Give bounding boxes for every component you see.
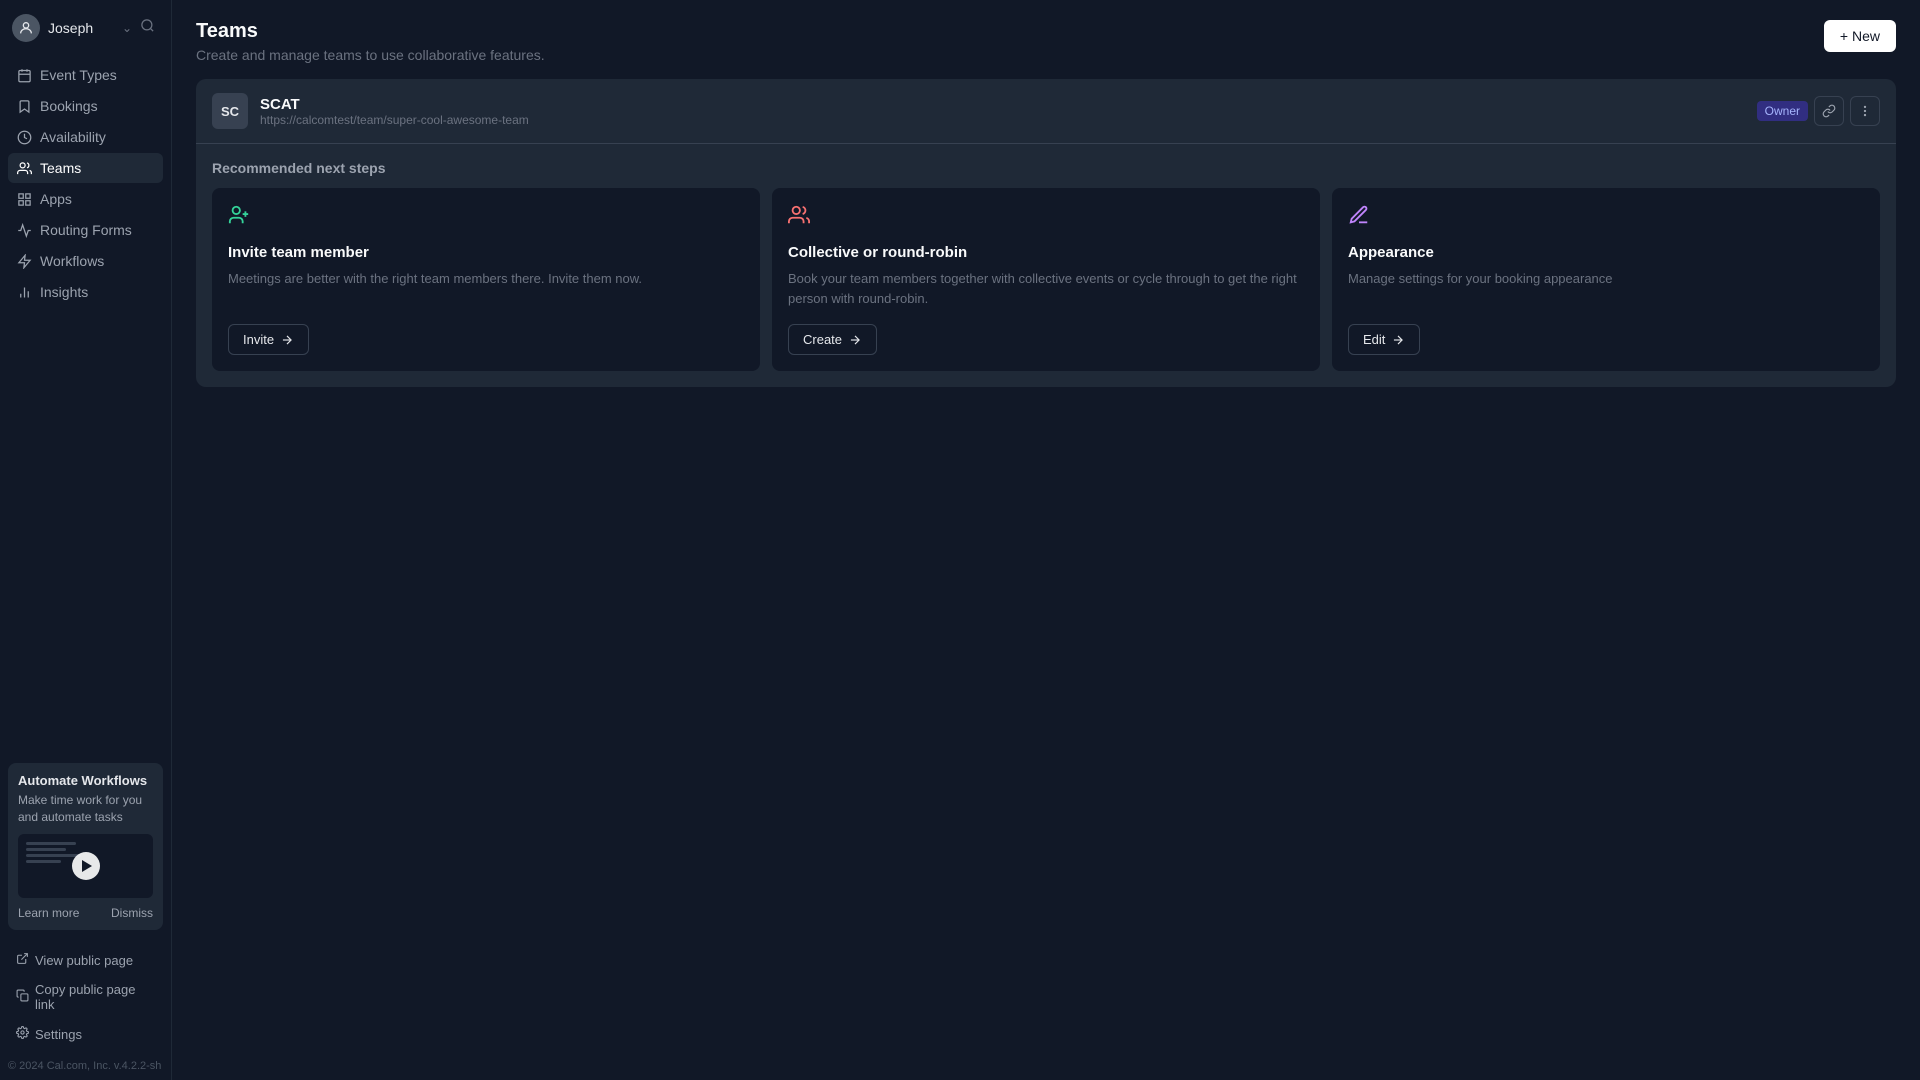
grid-icon bbox=[16, 191, 32, 207]
search-button[interactable] bbox=[136, 16, 159, 40]
content-area: SC SCAT https://calcomtest/team/super-co… bbox=[172, 79, 1920, 411]
appearance-title: Appearance bbox=[1348, 244, 1864, 261]
bookings-icon bbox=[16, 98, 32, 114]
recommended-section: Recommended next steps Invite team membe… bbox=[196, 144, 1896, 387]
owner-badge: Owner bbox=[1757, 101, 1808, 121]
invite-icon bbox=[228, 204, 744, 232]
learn-more-link[interactable]: Learn more bbox=[18, 906, 79, 920]
sidebar-item-label: Insights bbox=[40, 284, 88, 300]
main-content: Teams Create and manage teams to use col… bbox=[172, 0, 1920, 1080]
settings-label: Settings bbox=[35, 1027, 82, 1042]
collective-desc: Book your team members together with col… bbox=[788, 269, 1304, 308]
invite-button[interactable]: Invite bbox=[228, 324, 309, 355]
steps-grid: Invite team member Meetings are better w… bbox=[212, 188, 1880, 371]
automate-card-footer: Learn more Dismiss bbox=[18, 906, 153, 920]
appearance-desc: Manage settings for your booking appeara… bbox=[1348, 269, 1864, 308]
username: Joseph bbox=[48, 20, 114, 36]
edit-button[interactable]: Edit bbox=[1348, 324, 1420, 355]
settings-icon bbox=[16, 1026, 29, 1042]
copy-public-page-link[interactable]: Copy public page link bbox=[8, 976, 163, 1018]
sidebar-item-label: Event Types bbox=[40, 67, 117, 83]
sidebar-item-availability[interactable]: Availability bbox=[8, 122, 163, 152]
settings-link[interactable]: Settings bbox=[8, 1020, 163, 1048]
clock-icon bbox=[16, 129, 32, 145]
recommended-title: Recommended next steps bbox=[212, 160, 1880, 176]
step-invite: Invite team member Meetings are better w… bbox=[212, 188, 760, 371]
create-button[interactable]: Create bbox=[788, 324, 877, 355]
team-link-button[interactable] bbox=[1814, 96, 1844, 126]
automate-card-title: Automate Workflows bbox=[18, 773, 153, 788]
external-link-icon bbox=[16, 952, 29, 968]
version-text: © 2024 Cal.com, Inc. v.4.2.2-sh bbox=[0, 1056, 171, 1080]
sidebar-item-label: Teams bbox=[40, 160, 81, 176]
sidebar-item-routing-forms[interactable]: Routing Forms bbox=[8, 215, 163, 245]
team-url: https://calcomtest/team/super-cool-aweso… bbox=[260, 113, 1745, 127]
team-actions: Owner bbox=[1757, 96, 1880, 126]
team-avatar: SC bbox=[212, 93, 248, 129]
team-name: SCAT bbox=[260, 96, 1745, 113]
sidebar-item-insights[interactable]: Insights bbox=[8, 277, 163, 307]
invite-desc: Meetings are better with the right team … bbox=[228, 269, 744, 308]
sidebar-footer-links: View public page Copy public page link S… bbox=[0, 938, 171, 1056]
copy-icon bbox=[16, 989, 29, 1005]
sidebar-item-apps[interactable]: Apps bbox=[8, 184, 163, 214]
sidebar-item-label: Apps bbox=[40, 191, 72, 207]
bar-chart-icon bbox=[16, 284, 32, 300]
step-collective: Collective or round-robin Book your team… bbox=[772, 188, 1320, 371]
sidebar-nav: Event Types Bookings Availability bbox=[0, 56, 171, 755]
play-button[interactable] bbox=[72, 852, 100, 880]
users-icon bbox=[16, 160, 32, 176]
page-header: Teams Create and manage teams to use col… bbox=[172, 0, 1920, 79]
invite-title: Invite team member bbox=[228, 244, 744, 261]
sidebar: Joseph ⌄ Event Types bbox=[0, 0, 172, 1080]
calendar-icon bbox=[16, 67, 32, 83]
page-subtitle: Create and manage teams to use collabora… bbox=[196, 47, 545, 63]
automate-card-desc: Make time work for you and automate task… bbox=[18, 792, 153, 826]
step-appearance: Appearance Manage settings for your book… bbox=[1332, 188, 1880, 371]
team-header: SC SCAT https://calcomtest/team/super-co… bbox=[196, 79, 1896, 144]
chevron-down-icon: ⌄ bbox=[122, 21, 132, 35]
page-title-group: Teams Create and manage teams to use col… bbox=[196, 20, 545, 63]
team-card: SC SCAT https://calcomtest/team/super-co… bbox=[196, 79, 1896, 387]
sidebar-item-teams[interactable]: Teams bbox=[8, 153, 163, 183]
sidebar-item-label: Routing Forms bbox=[40, 222, 132, 238]
play-triangle-icon bbox=[82, 860, 92, 872]
sidebar-item-label: Availability bbox=[40, 129, 106, 145]
sidebar-item-event-types[interactable]: Event Types bbox=[8, 60, 163, 90]
avatar bbox=[12, 14, 40, 42]
appearance-icon bbox=[1348, 204, 1864, 232]
team-more-button[interactable] bbox=[1850, 96, 1880, 126]
copy-public-page-label: Copy public page link bbox=[35, 982, 155, 1012]
zap-icon bbox=[16, 253, 32, 269]
collective-title: Collective or round-robin bbox=[788, 244, 1304, 261]
sidebar-item-label: Workflows bbox=[40, 253, 104, 269]
page-title: Teams bbox=[196, 20, 545, 43]
route-icon bbox=[16, 222, 32, 238]
user-controls: ⌄ bbox=[122, 16, 159, 40]
collective-icon bbox=[788, 204, 1304, 232]
automate-video-thumbnail[interactable] bbox=[18, 834, 153, 898]
view-public-page-label: View public page bbox=[35, 953, 133, 968]
automate-workflows-card: Automate Workflows Make time work for yo… bbox=[8, 763, 163, 930]
sidebar-item-label: Bookings bbox=[40, 98, 98, 114]
user-menu[interactable]: Joseph ⌄ bbox=[0, 0, 171, 56]
sidebar-item-workflows[interactable]: Workflows bbox=[8, 246, 163, 276]
new-button[interactable]: + New bbox=[1824, 20, 1896, 52]
team-info: SCAT https://calcomtest/team/super-cool-… bbox=[260, 96, 1745, 127]
dismiss-button[interactable]: Dismiss bbox=[111, 906, 153, 920]
view-public-page-link[interactable]: View public page bbox=[8, 946, 163, 974]
sidebar-item-bookings[interactable]: Bookings bbox=[8, 91, 163, 121]
